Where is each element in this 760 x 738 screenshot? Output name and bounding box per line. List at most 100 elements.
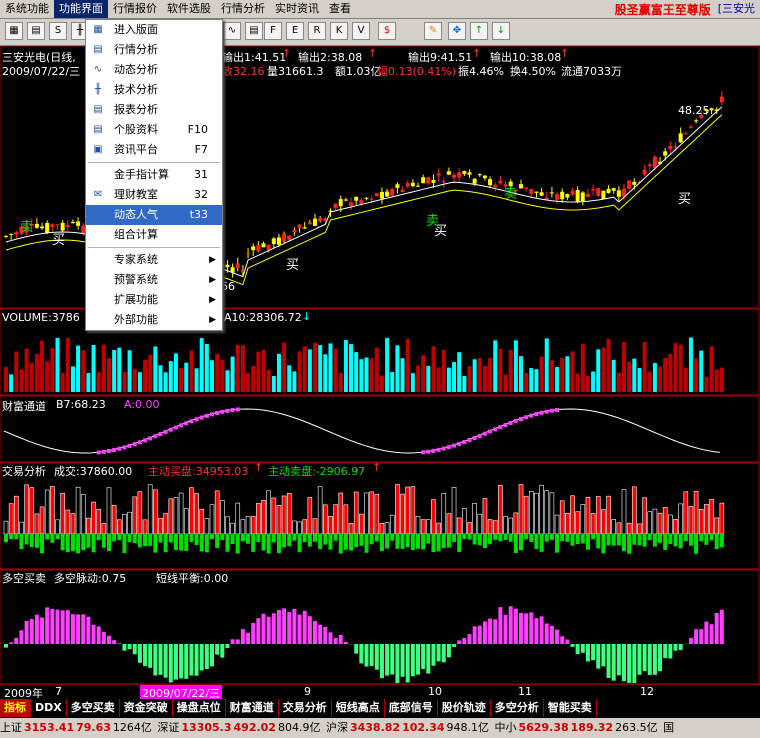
trade-sell-bar — [112, 534, 117, 542]
longshort-up-bar — [307, 616, 312, 644]
longshort-up-bar — [287, 612, 292, 644]
trade-title: 交易分析 — [2, 465, 46, 478]
volume-bar — [477, 357, 482, 392]
minute-icon[interactable]: ∿ — [223, 22, 241, 40]
volume-bar — [204, 343, 209, 392]
s-icon[interactable]: S — [49, 22, 67, 40]
candle-body — [467, 172, 472, 175]
wealth-marker — [529, 413, 534, 418]
menu-view[interactable]: 查看 — [324, 0, 356, 18]
trade-buy-bar — [111, 505, 117, 535]
trade-sell-bar — [457, 534, 462, 552]
menu-item-9[interactable]: 动态人气 t33 — [86, 205, 222, 225]
trade-sell-bar — [519, 534, 523, 551]
longshort-up-bar — [323, 626, 328, 644]
longshort-down-bar — [622, 644, 626, 682]
volume-bar — [184, 362, 189, 392]
trade-buy-bar — [122, 513, 127, 535]
menu-screener[interactable]: 软件选股 — [162, 0, 216, 18]
tab-short-high[interactable]: 短线高点 — [332, 699, 385, 717]
trade-sell-bar — [405, 534, 410, 548]
trade-sell-bar — [4, 534, 8, 543]
table-icon[interactable]: ▤ — [27, 22, 45, 40]
grid-icon[interactable]: ▦ — [5, 22, 23, 40]
candle-body — [673, 146, 678, 148]
menu-item-4[interactable]: ▤ 报表分析 — [86, 100, 222, 120]
longshort-up-bar — [19, 630, 24, 644]
tab-ddx[interactable]: DDX — [31, 699, 67, 717]
menu-item-3[interactable]: ╫ 技术分析 — [86, 80, 222, 100]
menu-item-shortcut: t33 — [189, 208, 208, 221]
tab-trade-analysis[interactable]: 交易分析 — [279, 699, 332, 717]
vol-icon[interactable]: V — [352, 22, 370, 40]
report-icon[interactable]: ▤ — [245, 22, 263, 40]
quote-amplitude: 振4.46% — [458, 65, 504, 78]
trade-sell-bar — [580, 534, 585, 544]
trade-buy-bar — [266, 490, 271, 535]
tab-long-short[interactable]: 多空买卖 — [67, 699, 120, 717]
menu-item-10[interactable]: 组合计算 — [86, 225, 222, 245]
menu-interface[interactable]: 功能界面 — [54, 0, 108, 18]
trade-sell-bar — [70, 534, 75, 552]
longshort-up-bar — [14, 637, 19, 644]
rsi-icon[interactable]: R — [308, 22, 326, 40]
tab-price-track[interactable]: 股价轨迹 — [438, 699, 491, 717]
volume-bar — [55, 337, 60, 392]
candle-body — [632, 181, 637, 185]
wealth-marker — [122, 445, 127, 450]
longshort-down-bar — [189, 644, 194, 676]
volume-bar — [307, 349, 312, 392]
menu-news[interactable]: 实时资讯 — [270, 0, 324, 18]
up-arrow-icon[interactable]: ↑ — [470, 22, 488, 40]
menu-item-1[interactable]: ▤ 行情分析 — [86, 40, 222, 60]
cross-icon[interactable]: ✥ — [448, 22, 466, 40]
tab-trading-points[interactable]: 操盘点位 — [173, 699, 226, 717]
menu-system[interactable]: 系统功能 — [0, 0, 54, 18]
trade-buy-bar — [384, 522, 390, 535]
wealth-marker — [508, 420, 513, 425]
menu-item-14[interactable]: 外部功能 ▶ — [86, 310, 222, 330]
kdj-icon[interactable]: K — [330, 22, 348, 40]
tab-wealth-channel[interactable]: 财富通道 — [226, 699, 279, 717]
menu-item-label: 技术分析 — [114, 83, 158, 96]
menu-item-7[interactable]: 金手指计算 31 — [86, 165, 222, 185]
tab-bottom-signal[interactable]: 底部信号 — [385, 699, 438, 717]
tab-indicator[interactable]: 指标 — [0, 699, 31, 717]
trade-sell-bar — [596, 534, 601, 549]
sz-change: 492.02 — [233, 721, 276, 734]
f10-icon[interactable]: F — [264, 22, 282, 40]
longshort-up-bar — [302, 610, 307, 644]
menu-quote[interactable]: 行情报价 — [108, 0, 162, 18]
volume-bar — [225, 370, 230, 392]
longshort-up-bar — [549, 625, 554, 644]
eit-icon[interactable]: E — [286, 22, 304, 40]
longshort-down-bar — [452, 644, 457, 647]
trade-sell-bar — [117, 534, 122, 540]
trade-buy-bar — [369, 491, 374, 535]
trade-buy-bar — [590, 513, 596, 535]
pencil-icon[interactable]: ✎ — [424, 22, 442, 40]
menu-item-12[interactable]: 预警系统 ▶ — [86, 270, 222, 290]
quote-change: 幅0.13(0.41%) — [377, 65, 457, 78]
menu-item-0[interactable]: ▦ 进入版面 — [86, 20, 222, 40]
menu-item-8[interactable]: ✉ 理财教室 32 — [86, 185, 222, 205]
volume-bar — [199, 338, 204, 392]
longshort-up-bar — [472, 626, 477, 644]
menu-analysis[interactable]: 行情分析 — [216, 0, 270, 18]
down-arrow-icon[interactable]: ↓ — [492, 22, 510, 40]
tab-smart-trade[interactable]: 智能买卖 — [544, 699, 597, 717]
menu-item-2[interactable]: ∿ 动态分析 — [86, 60, 222, 80]
menu-item-13[interactable]: 扩展功能 ▶ — [86, 290, 222, 310]
candle-body — [338, 199, 343, 207]
tab-long-short-analysis[interactable]: 多空分析 — [491, 699, 544, 717]
volume-bar — [565, 356, 570, 392]
tab-fund-breakout[interactable]: 资金突破 — [120, 699, 173, 717]
volume-bar — [194, 368, 199, 392]
candle-body — [318, 218, 323, 222]
menu-item-5[interactable]: ▤ 个股资料 F10 — [86, 120, 222, 140]
dollar-icon[interactable]: $ — [378, 22, 396, 40]
volume-bar — [343, 340, 348, 392]
menu-item-6[interactable]: ▣ 资讯平台 F7 — [86, 140, 222, 160]
menu-item-11[interactable]: 专家系统 ▶ — [86, 250, 222, 270]
wealth-marker — [421, 450, 426, 455]
